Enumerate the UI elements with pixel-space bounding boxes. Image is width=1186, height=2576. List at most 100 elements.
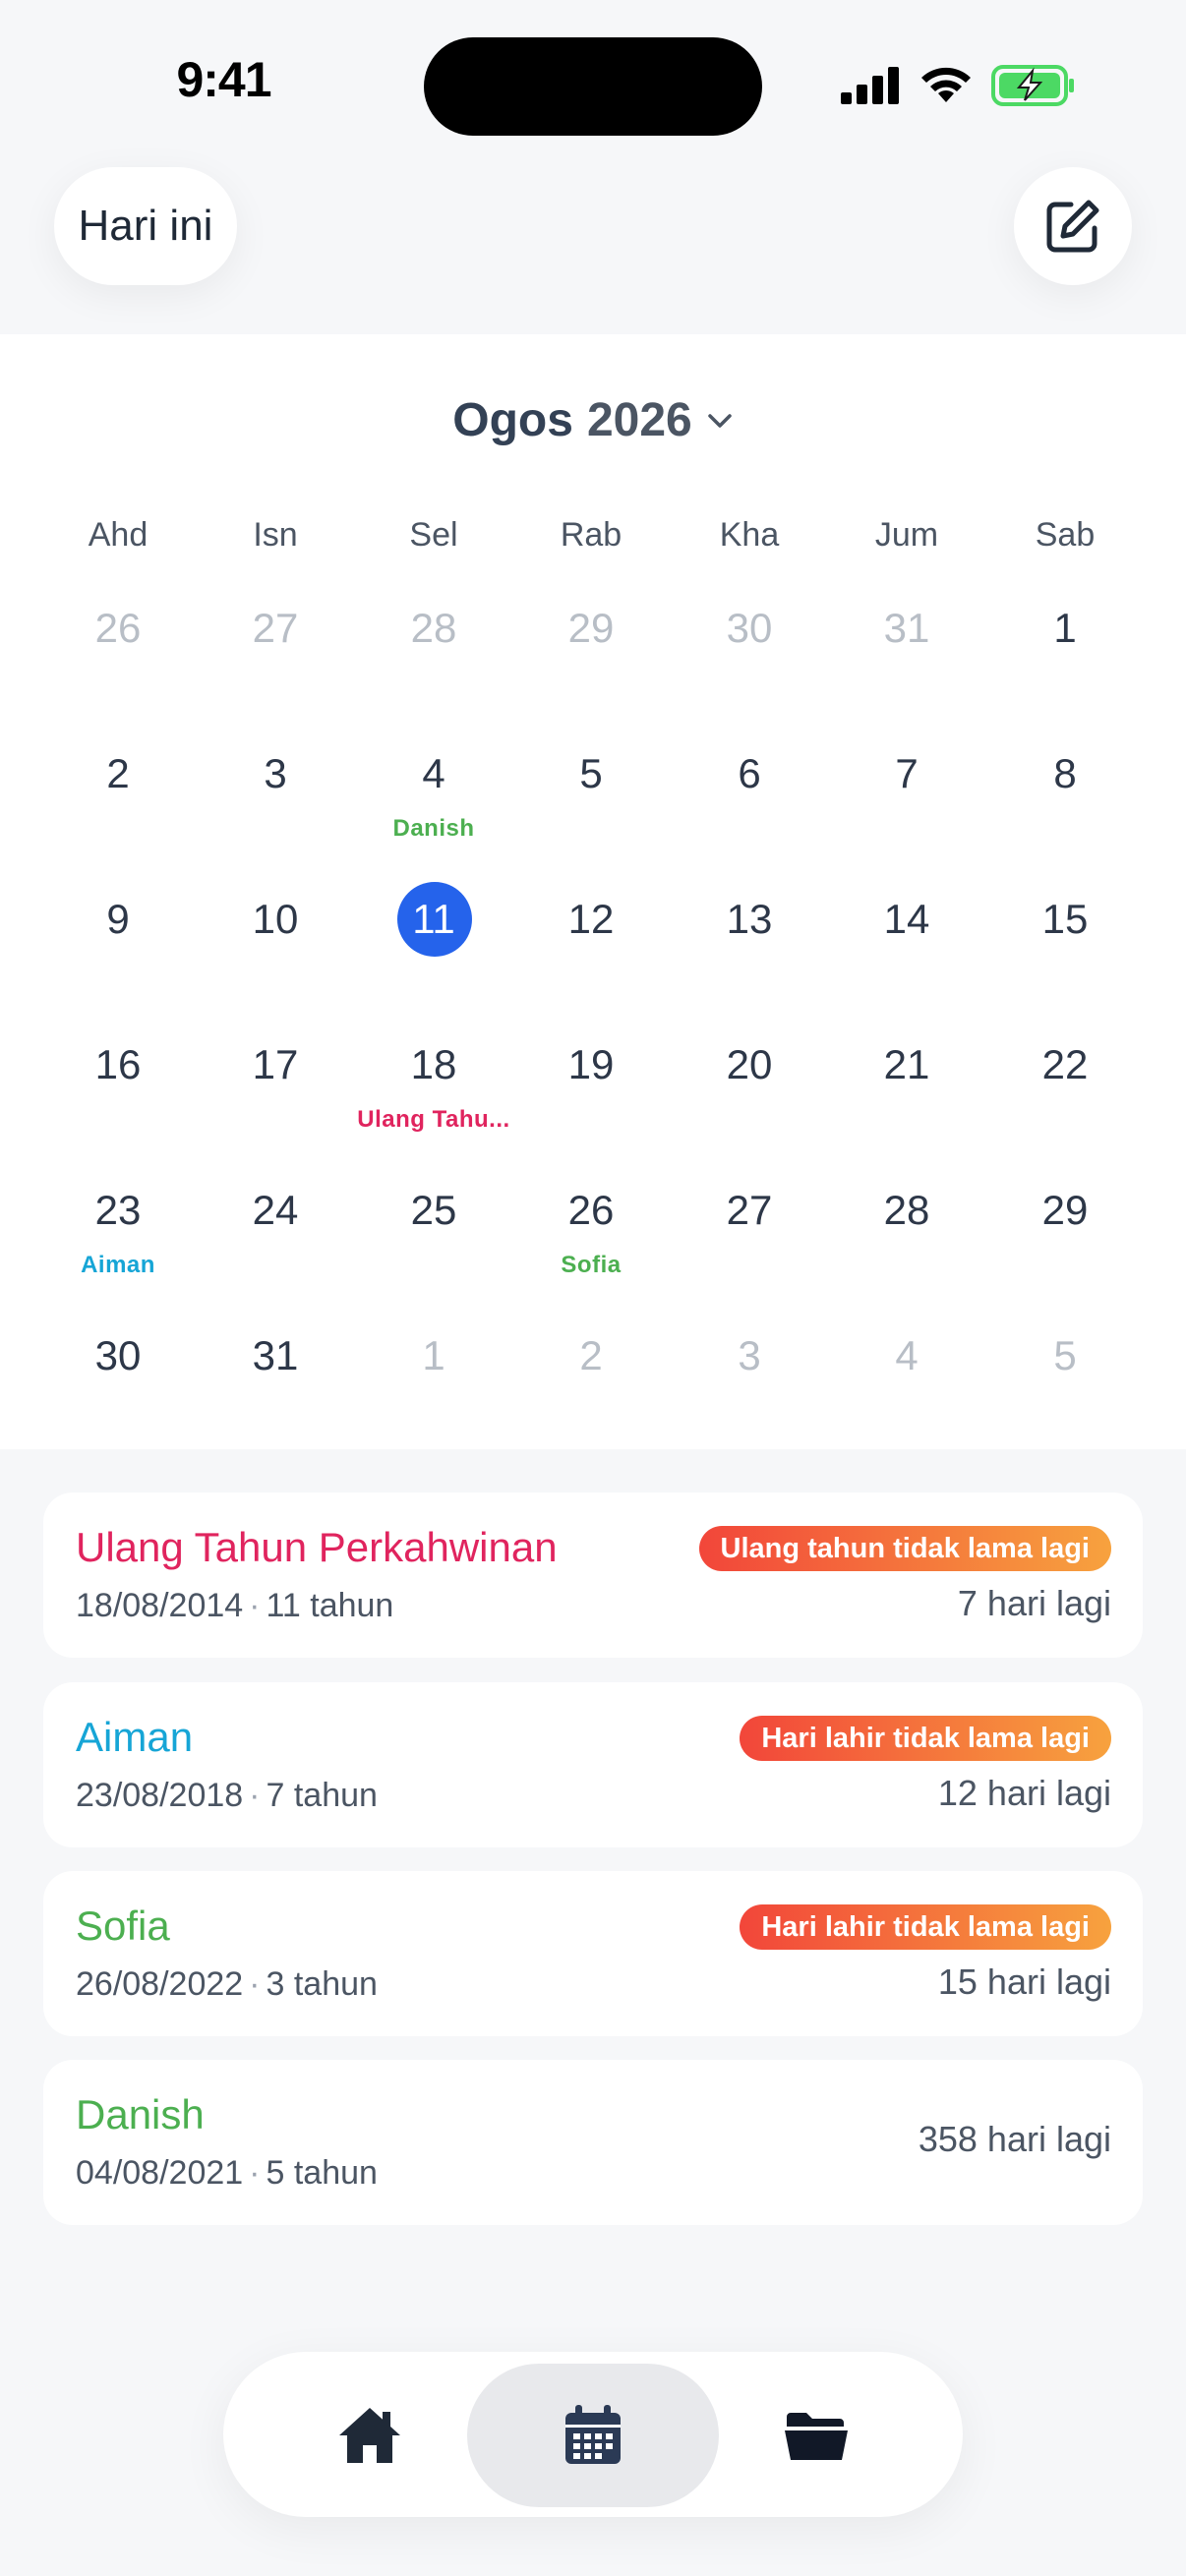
day-number: 2 — [106, 750, 130, 796]
day-number: 3 — [738, 1332, 761, 1378]
days-remaining: 358 hari lagi — [918, 2119, 1111, 2159]
edit-button[interactable] — [1014, 167, 1132, 285]
weekday-label: Rab — [560, 516, 623, 554]
event-card[interactable]: Sofia 26/08/2022 · 3 tahun Hari lahir tidak … — [43, 1871, 1143, 2036]
day-event-label: Ulang Tahu... — [357, 1106, 510, 1133]
today-button[interactable]: Hari ini — [54, 167, 237, 285]
upcoming-badge: Hari lahir tidak lama lagi — [740, 1904, 1111, 1950]
day-number: 27 — [726, 1187, 773, 1233]
separator-dot: · — [249, 1965, 261, 2003]
day-number: 27 — [252, 605, 299, 651]
calendar-day[interactable]: 30 — [39, 1332, 197, 1478]
event-card[interactable]: Aiman 23/08/2018 · 7 tahun Hari lahir tidak … — [43, 1682, 1143, 1847]
event-name: Sofia — [76, 1903, 170, 1949]
month-label: Ogos — [452, 394, 573, 446]
calendar-day[interactable]: 16 — [39, 1041, 197, 1187]
calendar-day[interactable]: 2 — [39, 750, 197, 896]
day-number: 31 — [252, 1332, 299, 1378]
calendar-day[interactable]: 29 — [512, 605, 670, 750]
calendar-day[interactable]: 12 — [512, 896, 670, 1041]
day-number: 20 — [726, 1041, 773, 1087]
calendar-day[interactable]: 7 — [828, 750, 985, 896]
calendar-day[interactable]: 9 — [39, 896, 197, 1041]
weekday-label: Kha — [719, 516, 780, 554]
calendar-day[interactable]: 20 — [671, 1041, 828, 1187]
calendar-day-today[interactable]: 11 — [355, 896, 512, 1041]
year-label: 2026 — [586, 394, 692, 446]
calendar-day[interactable]: 31 — [828, 605, 985, 750]
calendar-day[interactable]: 28 — [355, 605, 512, 750]
day-number: 3 — [264, 750, 287, 796]
days-remaining: 15 hari lagi — [937, 1961, 1111, 2002]
day-number: 14 — [883, 896, 930, 942]
nav-folder[interactable] — [690, 2364, 942, 2507]
day-number: 13 — [726, 896, 773, 942]
weekday-label: Isn — [253, 516, 298, 554]
calendar-day[interactable]: 25 — [355, 1187, 512, 1332]
nav-calendar[interactable] — [467, 2364, 719, 2507]
day-number: 24 — [252, 1187, 299, 1233]
today-button-label: Hari ini — [78, 202, 213, 250]
month-year-selector[interactable]: Ogos 2026 — [0, 393, 1186, 447]
calendar-day[interactable]: 30 — [671, 605, 828, 750]
calendar-day[interactable]: 28 — [828, 1187, 985, 1332]
day-number: 28 — [410, 605, 457, 651]
calendar-day[interactable]: 6 — [671, 750, 828, 896]
calendar-day[interactable]: 19 — [512, 1041, 670, 1187]
calendar-day[interactable]: 23 Aiman — [39, 1187, 197, 1332]
calendar-day[interactable]: 5 — [512, 750, 670, 896]
calendar-day[interactable]: 17 — [197, 1041, 354, 1187]
dynamic-island — [424, 37, 762, 136]
calendar-day[interactable]: 22 — [986, 1041, 1144, 1187]
day-number: 6 — [738, 750, 761, 796]
event-meta: 23/08/2018 · 7 tahun — [76, 1777, 378, 1815]
calendar-day[interactable]: 14 — [828, 896, 985, 1041]
day-number: 9 — [106, 896, 130, 942]
calendar-day[interactable]: 13 — [671, 896, 828, 1041]
calendar-day[interactable]: 1 — [355, 1332, 512, 1478]
calendar-day[interactable]: 27 — [197, 605, 354, 750]
event-card[interactable]: Danish 04/08/2021 · 5 tahun 358 hari lagi — [43, 2060, 1143, 2225]
calendar-day[interactable]: 5 — [986, 1332, 1144, 1478]
calendar-day[interactable]: 2 — [512, 1332, 670, 1478]
day-number: 7 — [895, 750, 919, 796]
day-number: 5 — [1053, 1332, 1077, 1378]
event-age: 11 tahun — [266, 1587, 394, 1624]
signal-icon — [841, 67, 899, 104]
event-meta: 26/08/2022 · 3 tahun — [76, 1965, 378, 2004]
day-number: 21 — [883, 1041, 930, 1087]
weekday-label: Sab — [1035, 516, 1096, 554]
calendar-day[interactable]: 10 — [197, 896, 354, 1041]
weekday-header-row: Ahd Isn Sel Rab Kha Jum Sab — [0, 516, 1186, 575]
event-name: Ulang Tahun Perkahwinan — [76, 1524, 558, 1570]
calendar-day[interactable]: 29 — [986, 1187, 1144, 1332]
day-number: 26 — [567, 1187, 615, 1233]
calendar-day[interactable]: 8 — [986, 750, 1144, 896]
event-meta: 04/08/2021 · 5 tahun — [76, 2154, 378, 2193]
calendar-day[interactable]: 3 — [197, 750, 354, 896]
calendar-day[interactable]: 27 — [671, 1187, 828, 1332]
separator-dot: · — [249, 2154, 261, 2192]
day-number: 30 — [726, 605, 773, 651]
calendar-day[interactable]: 31 — [197, 1332, 354, 1478]
calendar-day[interactable]: 4 — [828, 1332, 985, 1478]
days-remaining: 12 hari lagi — [937, 1773, 1111, 1813]
chevron-down-icon — [707, 413, 732, 428]
day-number: 10 — [252, 896, 299, 942]
calendar-day[interactable]: 1 — [986, 605, 1144, 750]
nav-home[interactable] — [244, 2364, 496, 2507]
calendar-day[interactable]: 4 Danish — [355, 750, 512, 896]
event-card[interactable]: Ulang Tahun Perkahwinan 18/08/2014 · 11 tah… — [43, 1493, 1143, 1658]
calendar-day[interactable]: 26 — [39, 605, 197, 750]
calendar-day[interactable]: 18 Ulang Tahu... — [355, 1041, 512, 1187]
day-number: 16 — [94, 1041, 142, 1087]
edit-icon — [1046, 200, 1099, 253]
calendar-day[interactable]: 21 — [828, 1041, 985, 1187]
event-age: 5 tahun — [266, 2154, 378, 2192]
calendar-day[interactable]: 26 Sofia — [512, 1187, 670, 1332]
event-age: 7 tahun — [266, 1777, 378, 1814]
calendar-day[interactable]: 15 — [986, 896, 1144, 1041]
day-number: 15 — [1041, 896, 1089, 942]
calendar-day[interactable]: 24 — [197, 1187, 354, 1332]
calendar-day[interactable]: 3 — [671, 1332, 828, 1478]
